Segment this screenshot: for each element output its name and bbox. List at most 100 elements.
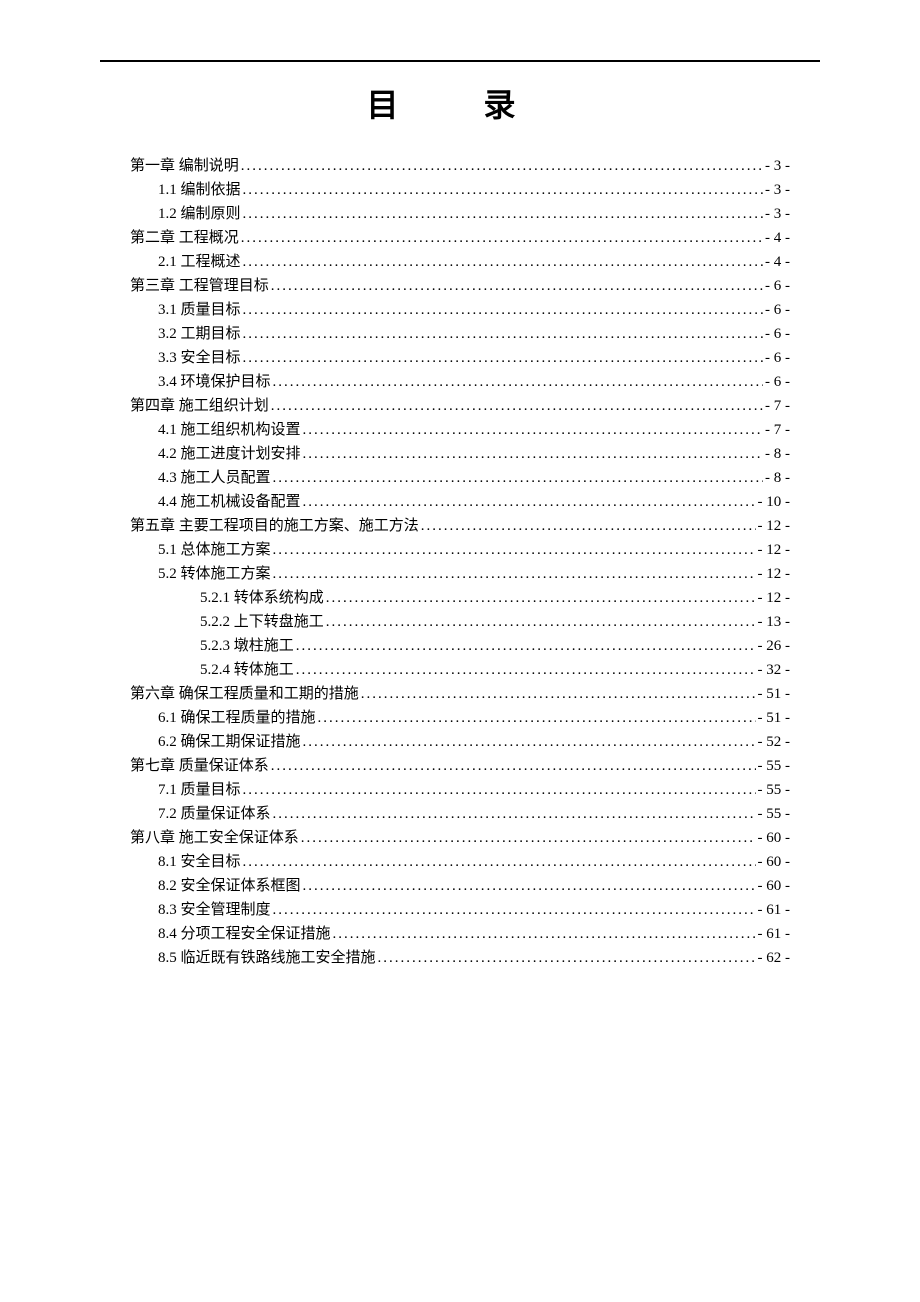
toc-leader-dots: [303, 730, 756, 754]
toc-leader-dots: [243, 346, 763, 370]
toc-entry: 5.2.1 转体系统构成 - 12 -: [130, 586, 790, 610]
toc-entry-label: 4.3 施工人员配置: [158, 466, 271, 490]
toc-leader-dots: [271, 274, 763, 298]
toc-entry-label: 第三章 工程管理目标: [130, 274, 269, 298]
toc-entry-page: - 55 -: [758, 802, 791, 826]
toc-entry-page: - 7 -: [765, 418, 790, 442]
toc-entry-label: 5.2.1 转体系统构成: [200, 586, 324, 610]
toc-leader-dots: [303, 418, 763, 442]
toc-leader-dots: [303, 442, 763, 466]
toc-entry: 4.3 施工人员配置 - 8 -: [130, 466, 790, 490]
toc-entry: 第三章 工程管理目标 - 6 -: [130, 274, 790, 298]
toc-entry: 3.3 安全目标 - 6 -: [130, 346, 790, 370]
table-of-contents: 第一章 编制说明- 3 -1.1 编制依据 - 3 - 1.2 编制原则 - 3 - 第…: [130, 154, 790, 970]
toc-leader-dots: [361, 682, 756, 706]
toc-leader-dots: [243, 178, 763, 202]
toc-leader-dots: [303, 490, 756, 514]
toc-entry: 6.1 确保工程质量的措施- 51 -: [130, 706, 790, 730]
toc-leader-dots: [243, 778, 756, 802]
toc-entry: 第一章 编制说明- 3 -: [130, 154, 790, 178]
toc-entry: 4.2 施工进度计划安排- 8 -: [130, 442, 790, 466]
toc-entry: 6.2 确保工期保证措施- 52 -: [130, 730, 790, 754]
toc-entry-label: 1.1 编制依据: [158, 178, 241, 202]
toc-entry-label: 8.4 分项工程安全保证措施: [158, 922, 331, 946]
toc-entry: 3.4 环境保护目标 - 6 -: [130, 370, 790, 394]
toc-leader-dots: [273, 562, 756, 586]
toc-entry: 8.5 临近既有铁路线施工安全措施- 62 -: [130, 946, 790, 970]
toc-leader-dots: [303, 874, 756, 898]
toc-entry-page: - 51 -: [758, 706, 791, 730]
toc-entry-page: - 55 -: [758, 754, 791, 778]
toc-entry-label: 5.2.2 上下转盘施工: [200, 610, 324, 634]
toc-entry-page: - 60 -: [758, 826, 791, 850]
toc-entry-page: - 10 -: [758, 490, 791, 514]
toc-entry-label: 4.1 施工组织机构设置: [158, 418, 301, 442]
toc-entry-page: - 12 -: [758, 586, 791, 610]
toc-entry-page: - 12 -: [758, 538, 791, 562]
toc-leader-dots: [273, 370, 763, 394]
toc-entry-label: 1.2 编制原则: [158, 202, 241, 226]
toc-entry-page: - 55 -: [758, 778, 791, 802]
toc-leader-dots: [243, 250, 763, 274]
toc-entry-page: - 6 -: [765, 370, 790, 394]
toc-entry-page: - 6 -: [765, 322, 790, 346]
toc-leader-dots: [326, 610, 756, 634]
document-page: 目 录 第一章 编制说明- 3 -1.1 编制依据 - 3 - 1.2 编制原则 - …: [0, 0, 920, 1302]
toc-leader-dots: [271, 754, 756, 778]
toc-entry: 1.2 编制原则 - 3 -: [130, 202, 790, 226]
toc-entry: 8.1 安全目标 - 60 -: [130, 850, 790, 874]
toc-entry-label: 第六章 确保工程质量和工期的措施: [130, 682, 359, 706]
toc-entry-page: - 6 -: [765, 298, 790, 322]
toc-entry-page: - 4 -: [765, 226, 790, 250]
toc-leader-dots: [243, 202, 763, 226]
toc-entry-page: - 26 -: [758, 634, 791, 658]
toc-entry-label: 7.1 质量目标: [158, 778, 241, 802]
toc-entry-label: 6.2 确保工期保证措施: [158, 730, 301, 754]
toc-leader-dots: [271, 394, 763, 418]
toc-entry-label: 第四章 施工组织计划: [130, 394, 269, 418]
toc-entry: 4.1 施工组织机构设置 - 7 -: [130, 418, 790, 442]
toc-entry-label: 5.2 转体施工方案: [158, 562, 271, 586]
toc-entry-page: - 6 -: [765, 346, 790, 370]
toc-entry: 2.1 工程概述 - 4 -: [130, 250, 790, 274]
toc-entry-label: 第八章 施工安全保证体系: [130, 826, 299, 850]
toc-leader-dots: [243, 298, 763, 322]
toc-entry-label: 8.1 安全目标: [158, 850, 241, 874]
toc-leader-dots: [273, 898, 756, 922]
toc-entry: 8.4 分项工程安全保证措施 - 61 -: [130, 922, 790, 946]
toc-leader-dots: [301, 826, 756, 850]
toc-entry-label: 7.2 质量保证体系: [158, 802, 271, 826]
toc-entry-page: - 8 -: [765, 466, 790, 490]
toc-leader-dots: [273, 466, 763, 490]
toc-entry-label: 3.3 安全目标: [158, 346, 241, 370]
toc-entry-page: - 61 -: [758, 922, 791, 946]
toc-leader-dots: [318, 706, 756, 730]
toc-entry: 4.4 施工机械设备配置- 10 -: [130, 490, 790, 514]
toc-entry: 7.2 质量保证体系 - 55 -: [130, 802, 790, 826]
toc-entry-label: 3.4 环境保护目标: [158, 370, 271, 394]
toc-entry-page: - 12 -: [758, 562, 791, 586]
toc-leader-dots: [378, 946, 756, 970]
toc-entry-page: - 4 -: [765, 250, 790, 274]
toc-entry: 第八章 施工安全保证体系 - 60 -: [130, 826, 790, 850]
toc-entry: 第四章 施工组织计划 - 7 -: [130, 394, 790, 418]
toc-entry-page: - 7 -: [765, 394, 790, 418]
toc-entry-page: - 60 -: [758, 874, 791, 898]
toc-entry-label: 2.1 工程概述: [158, 250, 241, 274]
toc-entry-page: - 6 -: [765, 274, 790, 298]
toc-entry-label: 第二章 工程概况: [130, 226, 239, 250]
toc-leader-dots: [273, 802, 756, 826]
toc-entry-label: 8.5 临近既有铁路线施工安全措施: [158, 946, 376, 970]
toc-entry-page: - 60 -: [758, 850, 791, 874]
toc-entry: 7.1 质量目标 - 55 -: [130, 778, 790, 802]
toc-entry-page: - 3 -: [765, 202, 790, 226]
toc-entry-label: 第七章 质量保证体系: [130, 754, 269, 778]
toc-entry-page: - 3 -: [765, 154, 790, 178]
page-title: 目 录: [100, 80, 820, 126]
toc-entry: 5.2.4 转体施工- 32 -: [130, 658, 790, 682]
toc-entry-page: - 13 -: [758, 610, 791, 634]
toc-entry-label: 4.2 施工进度计划安排: [158, 442, 301, 466]
toc-entry: 8.3 安全管理制度- 61 -: [130, 898, 790, 922]
toc-entry: 5.2.2 上下转盘施工 - 13 -: [130, 610, 790, 634]
toc-entry-label: 8.3 安全管理制度: [158, 898, 271, 922]
